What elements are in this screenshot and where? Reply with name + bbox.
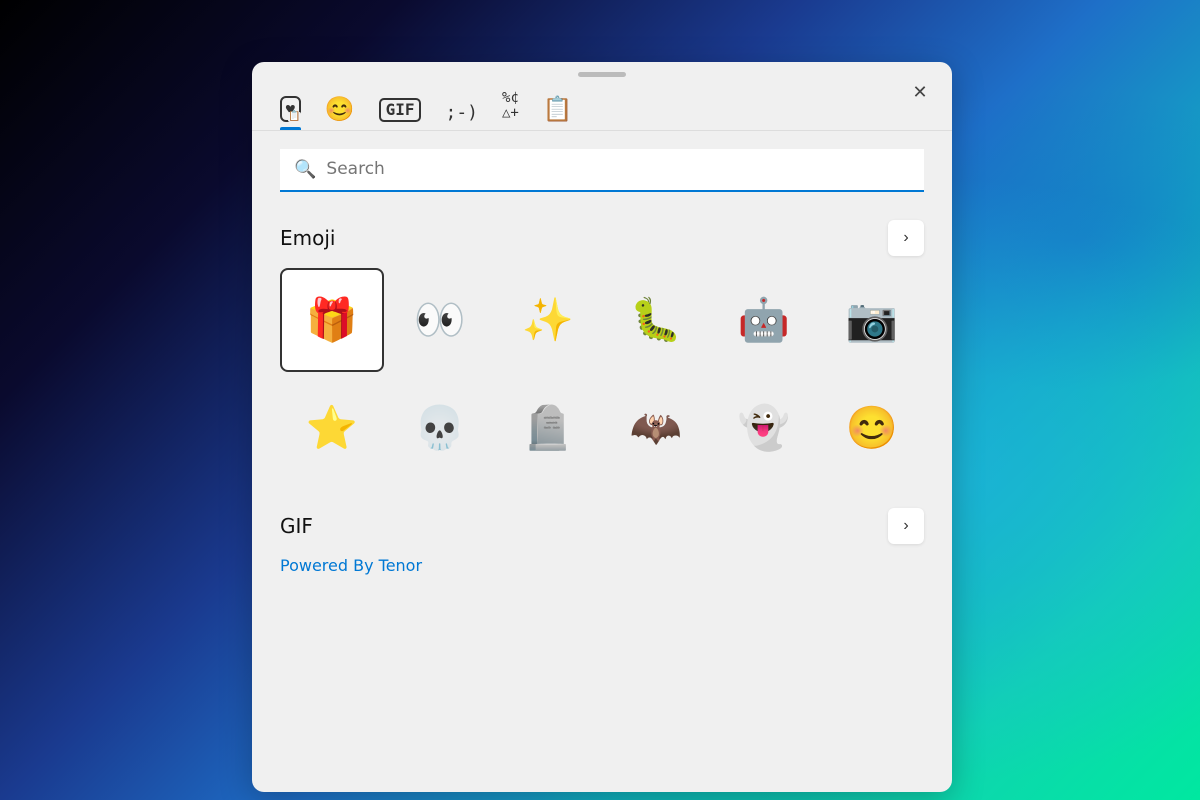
emoji-cell-bat[interactable]: 🦇 xyxy=(604,376,708,480)
emoji-cell-headstone[interactable]: 🪦 xyxy=(496,376,600,480)
search-area: 🔍 xyxy=(252,131,952,204)
tab-favorites[interactable]: ♥ 📋 xyxy=(280,96,301,130)
clipboard-icon: 📋 xyxy=(543,98,573,122)
tab-kaomoji[interactable]: ;-) xyxy=(445,104,478,130)
emoji-cell-star[interactable]: ⭐ xyxy=(280,376,384,480)
emoji-panel: ✕ ♥ 📋 😊 GIF ;-) %¢△+ 📋 🔍 xyxy=(252,62,952,792)
emoji-more-button[interactable]: › xyxy=(888,220,924,256)
emoji-section-title: Emoji xyxy=(280,226,335,250)
emoji-cell-ghost[interactable]: 👻 xyxy=(712,376,816,480)
emoji-cell-eyes[interactable]: 👀 xyxy=(388,268,492,372)
gif-icon: GIF xyxy=(379,98,422,122)
content-area: Emoji › 🎁 👀 ✨ 🐛 🤖 📷 ⭐ 💀 🪦 🦇 👻 😊 GIF › Po… xyxy=(252,204,952,792)
drag-handle-bar xyxy=(578,72,626,77)
emoji-cell-robot[interactable]: 🤖 xyxy=(712,268,816,372)
tab-gif[interactable]: GIF xyxy=(379,98,422,130)
gif-section-title: GIF xyxy=(280,514,313,538)
emoji-grid: 🎁 👀 ✨ 🐛 🤖 📷 ⭐ 💀 🪦 🦇 👻 😊 xyxy=(280,268,924,480)
tab-clipboard[interactable]: 📋 xyxy=(543,98,573,130)
emoji-icon: 😊 xyxy=(325,98,355,122)
search-box: 🔍 xyxy=(280,149,924,192)
gif-section-header: GIF › xyxy=(280,508,924,544)
tabs-bar: ♥ 📋 😊 GIF ;-) %¢△+ 📋 xyxy=(252,83,952,131)
emoji-cell-skull[interactable]: 💀 xyxy=(388,376,492,480)
emoji-section-header: Emoji › xyxy=(280,220,924,256)
emoji-cell-smiling[interactable]: 😊 xyxy=(820,376,924,480)
search-icon: 🔍 xyxy=(294,159,316,180)
drag-handle[interactable] xyxy=(252,62,952,83)
kaomoji-icon: ;-) xyxy=(445,104,478,122)
emoji-cell-gift[interactable]: 🎁 xyxy=(280,268,384,372)
search-input[interactable] xyxy=(326,159,910,179)
emoji-cell-camera[interactable]: 📷 xyxy=(820,268,924,372)
emoji-cell-sparkles[interactable]: ✨ xyxy=(496,268,600,372)
powered-by-tenor[interactable]: Powered By Tenor xyxy=(280,556,924,575)
tab-emoji[interactable]: 😊 xyxy=(325,98,355,130)
emoji-cell-caterpillar[interactable]: 🐛 xyxy=(604,268,708,372)
tab-symbols[interactable]: %¢△+ xyxy=(502,91,519,130)
favorites-icon: ♥ 📋 xyxy=(280,96,301,122)
symbols-icon: %¢△+ xyxy=(502,91,519,122)
close-button[interactable]: ✕ xyxy=(904,76,936,108)
gif-more-button[interactable]: › xyxy=(888,508,924,544)
